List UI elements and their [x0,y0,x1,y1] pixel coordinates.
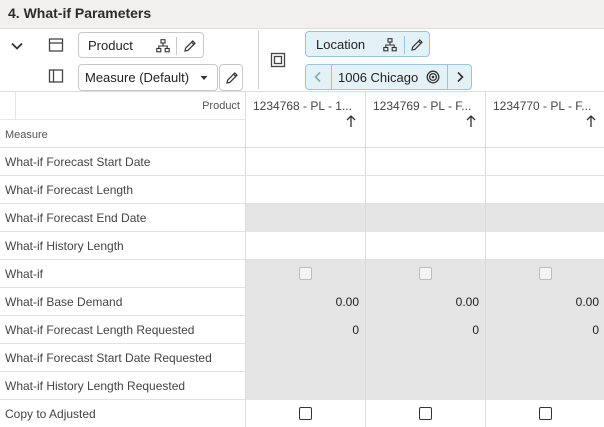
location-dimension-pill[interactable]: Location [305,31,430,57]
checkbox [419,267,432,280]
column-header[interactable]: 1234770 - PL - F... [485,92,604,148]
caret-down-icon[interactable] [195,69,213,87]
table-row: What-if Forecast Start Date [0,148,604,176]
measure-label: Measure (Default) [85,70,190,85]
row-label: What-if History Length Requested [5,379,186,393]
checkbox[interactable] [299,407,312,420]
page-title: 4. What-if Parameters [8,5,152,21]
grid-cell [245,372,365,400]
grid-cell [245,344,365,372]
checkbox [539,267,552,280]
table-row: What-if Forecast End Date [0,204,604,232]
toolbar-divider [258,31,259,89]
grid-cell[interactable] [365,176,485,204]
location-navigator[interactable]: 1006 Chicago [305,64,472,90]
column-layout-icon[interactable] [48,68,64,84]
grid-cell[interactable] [485,260,604,288]
sort-arrow-icon[interactable] [585,114,597,128]
sort-arrow-icon[interactable] [345,114,357,128]
grid-cell [365,344,485,372]
chevron-down-icon[interactable] [9,38,25,54]
table-row: What-if History Length [0,232,604,260]
row-label: What-if History Length [5,239,124,253]
grid-cell[interactable] [245,400,365,427]
title-bar: 4. What-if Parameters [0,0,604,29]
grid-cell[interactable] [245,148,365,176]
checkbox[interactable] [419,407,432,420]
row-label: What-if [5,267,44,281]
grid-cell [365,204,485,232]
grid-cell[interactable] [485,232,604,260]
grid-cell[interactable] [245,232,365,260]
product-dimension-pill[interactable]: Product [78,32,204,58]
grid-cell[interactable] [365,232,485,260]
table-row: What-if Forecast Start Date Requested [0,344,604,372]
row-layout-icon[interactable] [48,37,64,53]
grid-cell: 0.00 [365,288,485,316]
row-label: What-if Forecast End Date [5,211,147,225]
sort-arrow-icon[interactable] [465,114,477,128]
grid-cell[interactable] [485,148,604,176]
location-value: 1006 Chicago [338,70,419,85]
checkbox [299,267,312,280]
row-label: What-if Base Demand [5,295,123,309]
measure-header-label: Measure [5,129,48,141]
row-label: Copy to Adjusted [5,407,96,421]
hierarchy-icon[interactable] [154,37,172,55]
edit-icon[interactable] [408,36,426,54]
row-label: What-if Forecast Length Requested [5,323,195,337]
table-row: What-if Forecast Length Requested 0 0 0 [0,316,604,344]
table-row: What-if Base Demand 0.00 0.00 0.00 [0,288,604,316]
grid-cell [485,372,604,400]
row-label: What-if Forecast Start Date [5,155,151,169]
grid-cell [365,372,485,400]
product-header-label: Product [202,100,240,112]
location-label: Location [316,36,366,52]
grid-cell[interactable] [365,260,485,288]
column-header[interactable]: 1234768 - PL - 1... [245,92,365,148]
grid-cell: 0 [365,316,485,344]
target-icon[interactable] [421,65,445,89]
next-location-button[interactable] [448,65,472,89]
grid-cell[interactable] [245,176,365,204]
grid-cell[interactable] [365,400,485,427]
grid-cell: 0 [245,316,365,344]
hierarchy-icon[interactable] [381,36,399,54]
grid-cell [245,204,365,232]
grid-cell[interactable] [485,400,604,427]
row-label: What-if Forecast Length [5,183,134,197]
measure-dropdown[interactable]: Measure (Default) [78,64,218,91]
grid-cell [485,204,604,232]
grid-cell[interactable] [485,176,604,204]
table-row: Copy to Adjusted [0,400,604,427]
grid-cell[interactable] [365,148,485,176]
product-label: Product [88,37,133,53]
grid-cell: 0.00 [485,288,604,316]
grid-cell: 0.00 [245,288,365,316]
table-row: What-if History Length Requested [0,372,604,400]
grid-header: Product Measure 1234768 - PL - 1... 1234… [0,92,604,148]
pivot-icon[interactable] [270,52,286,68]
measure-edit-button[interactable] [219,64,243,91]
checkbox[interactable] [539,407,552,420]
edit-icon[interactable] [181,37,199,55]
column-header[interactable]: 1234769 - PL - F... [365,92,485,148]
grid-cell [485,344,604,372]
table-row: What-if Forecast Length [0,176,604,204]
table-row: What-if [0,260,604,288]
prev-location-button[interactable] [306,65,330,89]
toolbar: Product Measure (Default) Location 1006 … [0,29,604,92]
grid-cell: 0 [485,316,604,344]
edit-icon[interactable] [223,69,241,87]
row-label: What-if Forecast Start Date Requested [5,351,212,365]
grid-cell[interactable] [245,260,365,288]
